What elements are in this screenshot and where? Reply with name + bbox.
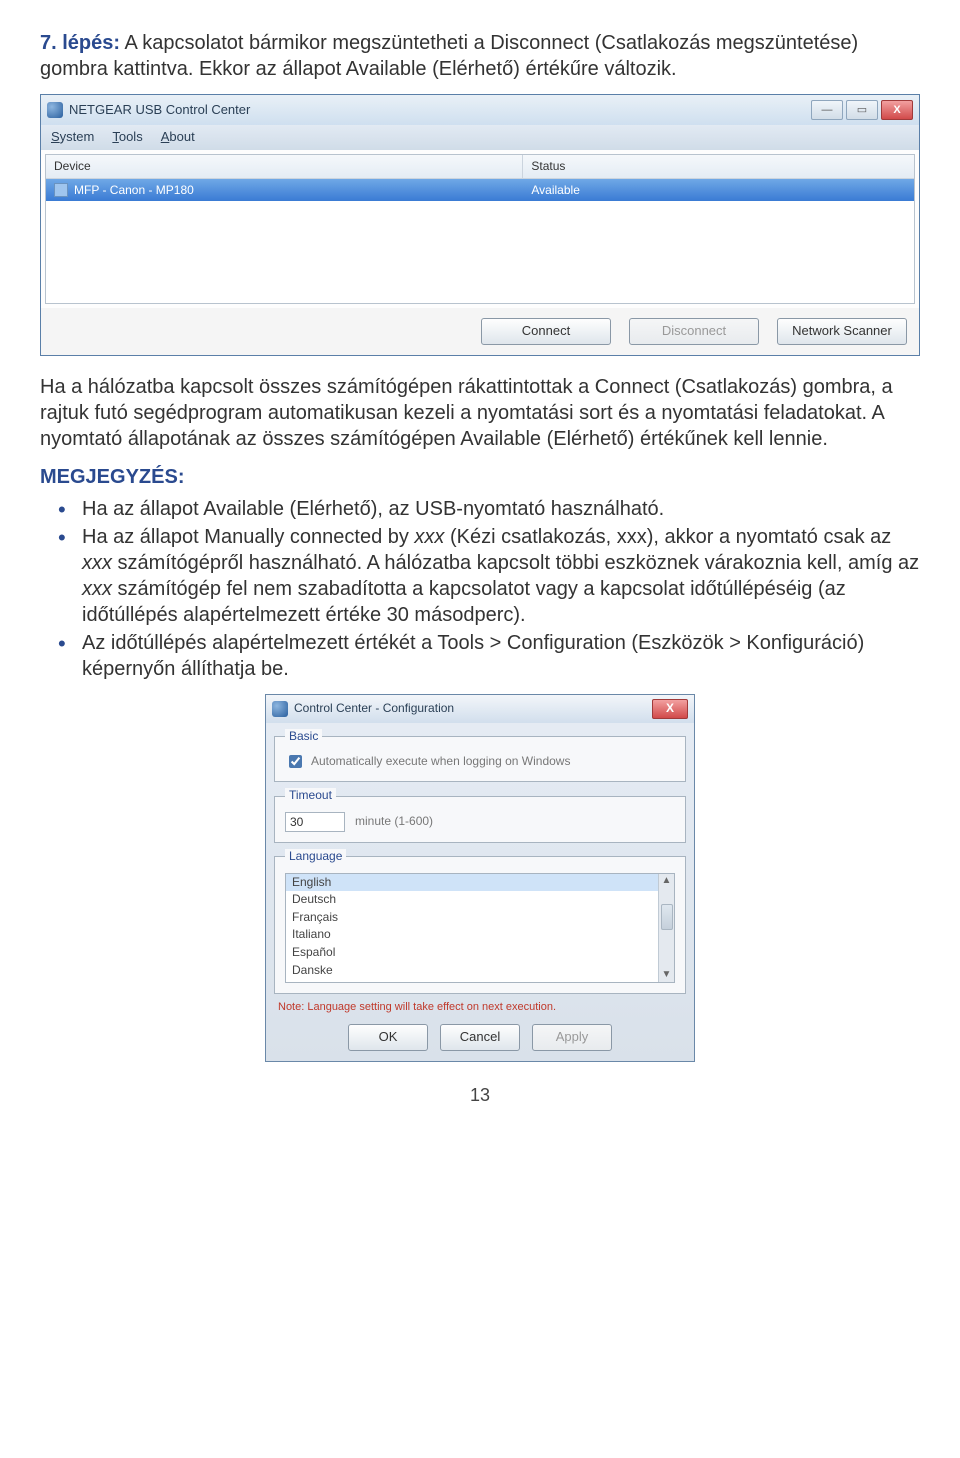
scroll-thumb[interactable] [661, 904, 673, 930]
menu-about[interactable]: About [161, 129, 195, 146]
scroll-down-icon[interactable]: ▼ [660, 968, 674, 982]
printer-icon [54, 183, 68, 197]
language-scrollbar[interactable]: ▲ ▼ [658, 874, 674, 982]
config-close-button[interactable]: X [652, 699, 688, 719]
config-titlebar[interactable]: Control Center - Configuration X [266, 695, 694, 723]
config-app-icon [272, 701, 288, 717]
window-titlebar[interactable]: NETGEAR USB Control Center — ▭ X [41, 95, 919, 125]
connect-button[interactable]: Connect [481, 318, 611, 345]
network-scanner-button[interactable]: Network Scanner [777, 318, 907, 345]
window-buttons: Connect Disconnect Network Scanner [41, 308, 919, 355]
lang-francais[interactable]: Français [286, 909, 674, 927]
step-label: 7. lépés: [40, 32, 120, 54]
config-buttons: OK Cancel Apply [266, 1016, 694, 1055]
language-listbox[interactable]: English Deutsch Français Italiano Españo… [285, 873, 675, 983]
lang-espanol[interactable]: Español [286, 944, 674, 962]
disconnect-button: Disconnect [629, 318, 759, 345]
language-legend: Language [285, 849, 346, 865]
step-paragraph: 7. lépés: A kapcsolatot bármikor megszün… [40, 30, 920, 82]
minimize-button[interactable]: — [811, 100, 843, 120]
menu-system[interactable]: System [51, 129, 94, 146]
close-button[interactable]: X [881, 100, 913, 120]
col-device[interactable]: Device [46, 155, 523, 179]
apply-button: Apply [532, 1024, 612, 1051]
language-group: Language English Deutsch Français Italia… [274, 849, 686, 994]
device-list-header: Device Status [46, 155, 914, 180]
maximize-button[interactable]: ▭ [846, 100, 878, 120]
basic-legend: Basic [285, 729, 322, 745]
app-icon [47, 102, 63, 118]
cancel-button[interactable]: Cancel [440, 1024, 520, 1051]
netgear-window: NETGEAR USB Control Center — ▭ X System … [40, 94, 920, 356]
autostart-checkbox[interactable] [289, 755, 302, 768]
window-title: NETGEAR USB Control Center [69, 102, 250, 119]
device-list[interactable]: Device Status MFP - Canon - MP180 Availa… [45, 154, 915, 304]
device-name: MFP - Canon - MP180 [74, 183, 194, 199]
device-status: Available [523, 181, 914, 201]
bullet-2: Ha az állapot Manually connected by xxx … [58, 524, 920, 628]
config-dialog: Control Center - Configuration X Basic A… [265, 694, 695, 1062]
language-note: Note: Language setting will take effect … [278, 1000, 682, 1014]
lang-deutsch[interactable]: Deutsch [286, 891, 674, 909]
bullet-1: Ha az állapot Available (Elérhető), az U… [58, 496, 920, 522]
scroll-up-icon[interactable]: ▲ [660, 874, 674, 888]
autostart-checkbox-row[interactable]: Automatically execute when logging on Wi… [285, 752, 675, 771]
col-status[interactable]: Status [523, 155, 914, 179]
lang-danske[interactable]: Danske [286, 962, 674, 980]
notes-list: Ha az állapot Available (Elérhető), az U… [58, 496, 920, 682]
step-text: A kapcsolatot bármikor megszüntetheti a … [40, 32, 858, 80]
basic-group: Basic Automatically execute when logging… [274, 729, 686, 783]
autostart-label: Automatically execute when logging on Wi… [311, 754, 570, 770]
config-title: Control Center - Configuration [294, 701, 454, 717]
para-autoqueue: Ha a hálózatba kapcsolt összes számítógé… [40, 374, 920, 452]
lang-english[interactable]: English [286, 874, 674, 892]
timeout-legend: Timeout [285, 788, 336, 804]
device-row-selected[interactable]: MFP - Canon - MP180 Available [46, 179, 914, 201]
lang-italiano[interactable]: Italiano [286, 926, 674, 944]
menu-tools[interactable]: Tools [112, 129, 142, 146]
bullet-3: Az időtúllépés alapértelmezett értékét a… [58, 630, 920, 682]
timeout-input[interactable] [285, 812, 345, 832]
note-label: MEGJEGYZÉS: [40, 464, 920, 490]
timeout-unit: minute (1-600) [355, 814, 433, 830]
timeout-group: Timeout minute (1-600) [274, 788, 686, 843]
page-number: 13 [40, 1084, 920, 1107]
menubar: System Tools About [41, 125, 919, 150]
ok-button[interactable]: OK [348, 1024, 428, 1051]
